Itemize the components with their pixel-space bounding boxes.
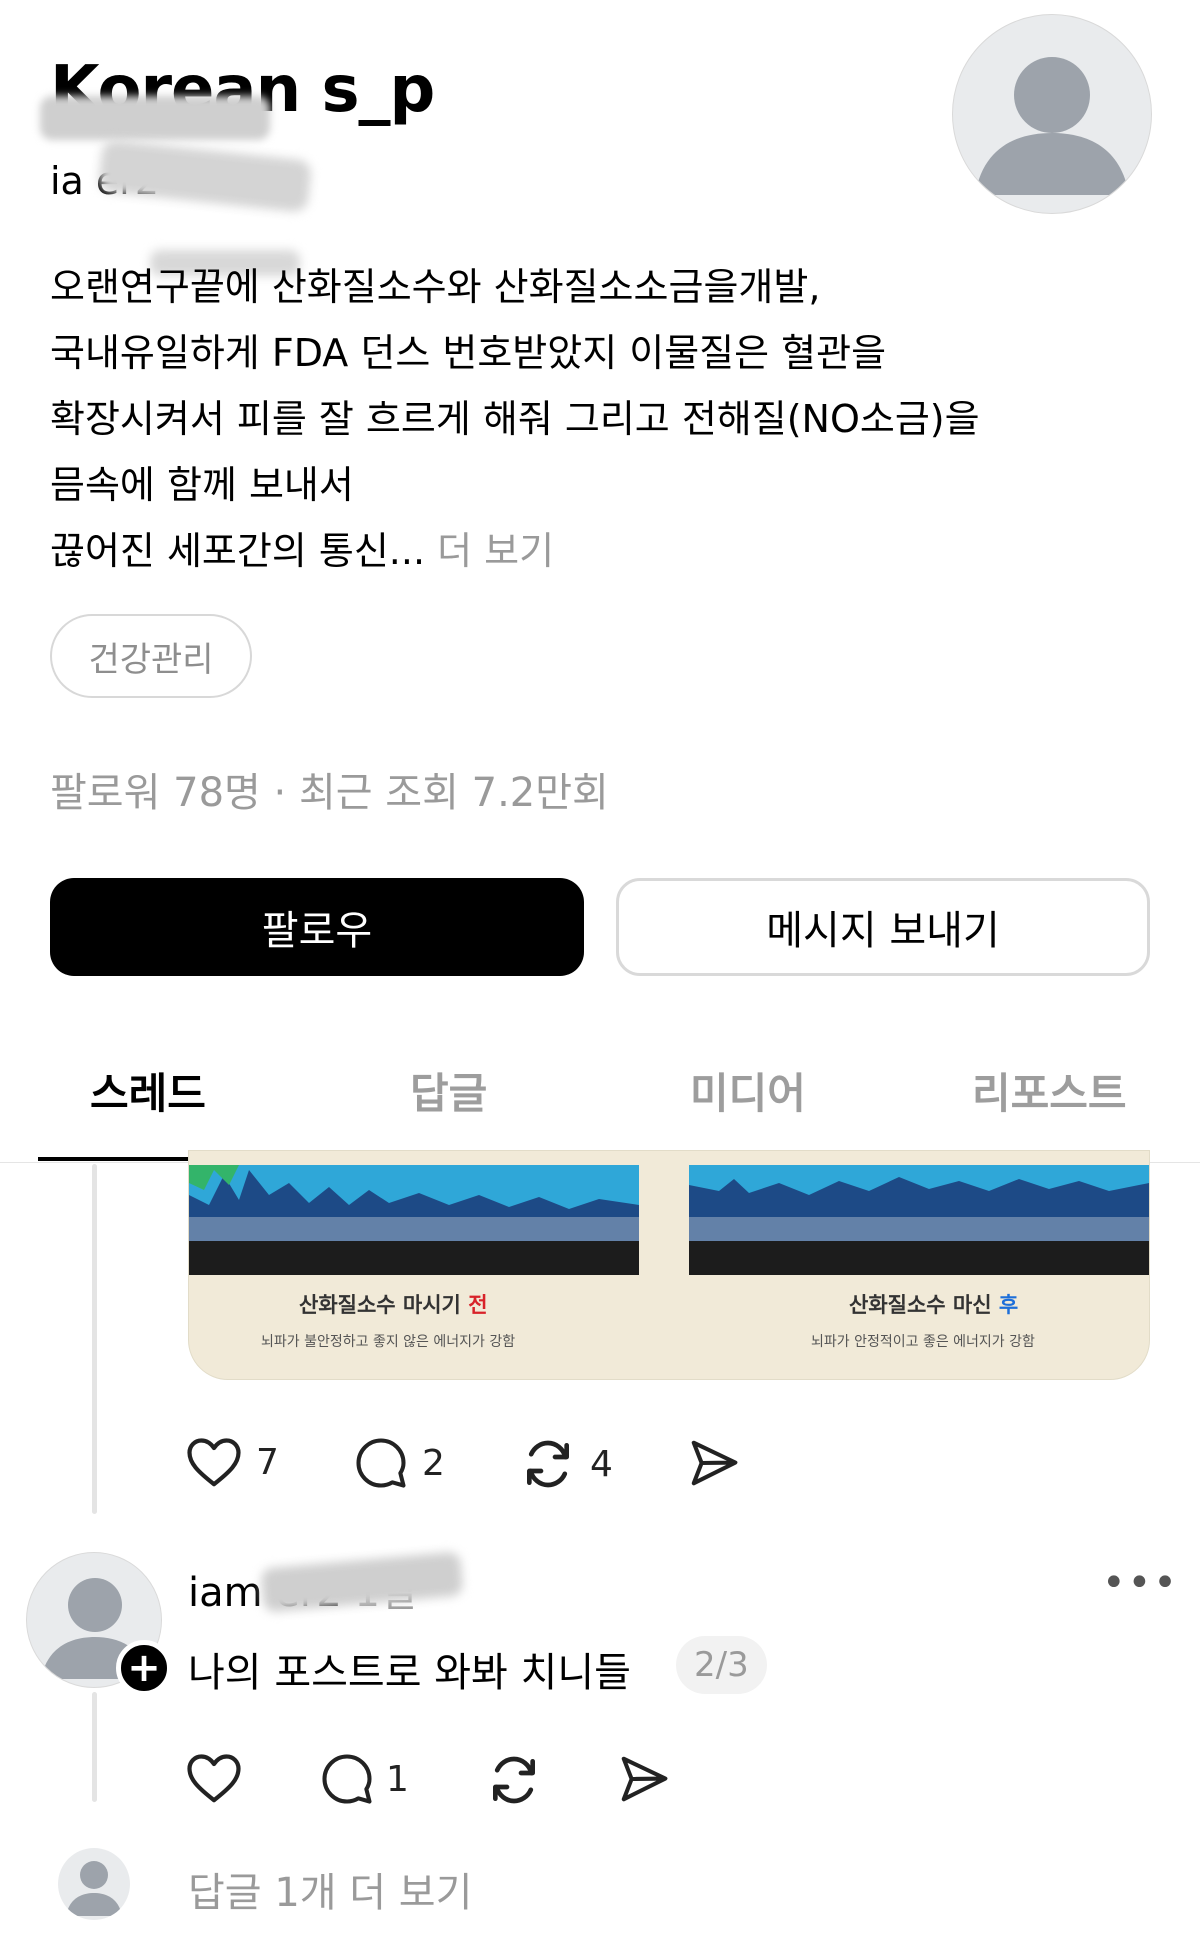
view-more-replies-link[interactable]: 답글 1개 더 보기 xyxy=(188,1860,472,1918)
bio-line: 끊어진 세포간의 통신... 더 보기 xyxy=(50,518,1130,584)
image-caption-before: 산화질소수 마시기 전 xyxy=(299,1293,488,1317)
send-message-button[interactable]: 메시지 보내기 xyxy=(616,878,1150,976)
share-button[interactable] xyxy=(616,1752,672,1806)
comment-icon xyxy=(322,1754,372,1804)
bio-line: 국내유일하게 FDA 던스 번호받았지 이물질은 혈관을 xyxy=(50,331,887,375)
stats-separator: · xyxy=(273,770,287,816)
more-icon[interactable]: ••• xyxy=(1102,1560,1179,1606)
post-image[interactable]: 산화질소수 마시기 전 산화질소수 마신 후 뇌파가 불안정하고 좋지 않은 에… xyxy=(188,1150,1150,1380)
comment-count: 2 xyxy=(422,1442,445,1484)
like-button[interactable] xyxy=(186,1752,242,1804)
comment-count: 1 xyxy=(386,1758,409,1800)
follow-button[interactable]: 팔로우 xyxy=(50,878,584,976)
repost-icon xyxy=(493,1756,535,1804)
comment-button[interactable]: 2 xyxy=(354,1436,445,1490)
taskbar xyxy=(689,1241,1149,1275)
image-subcaption-after: 뇌파가 안정적이고 좋은 에너지가 강함 xyxy=(811,1334,1035,1350)
bio-line: 믐속에 함께 보내서 xyxy=(50,463,354,507)
avatar-placeholder-icon xyxy=(66,1861,122,1916)
image-caption-after: 산화질소수 마신 후 xyxy=(849,1293,1019,1317)
reply-text: 나의 포스트로 와봐 치니들 xyxy=(188,1650,631,1696)
topic-tag-chip[interactable]: 건강관리 xyxy=(50,614,252,698)
repost-button[interactable] xyxy=(486,1752,542,1808)
followers-count[interactable]: 팔로워 78명 xyxy=(50,770,261,816)
share-icon xyxy=(691,1440,738,1486)
like-count: 7 xyxy=(256,1441,279,1483)
tab-replies[interactable]: 답글 xyxy=(410,1060,487,1121)
redaction-blur xyxy=(40,96,270,140)
recent-views: 최근 조회 7.2만회 xyxy=(298,770,609,816)
tab-threads[interactable]: 스레드 xyxy=(90,1060,206,1121)
heart-icon xyxy=(187,1438,241,1487)
reply-avatar-small xyxy=(58,1848,130,1920)
bio-more-link[interactable]: 더 보기 xyxy=(437,529,554,573)
taskbar xyxy=(189,1241,639,1275)
share-icon xyxy=(621,1756,668,1802)
bio-line: 오랜연구끝에 산화질소수와 산화질소소금을개발, xyxy=(50,265,821,309)
comment-button[interactable]: 1 xyxy=(320,1752,409,1806)
heart-icon xyxy=(187,1754,241,1803)
eeg-screen-after xyxy=(689,1165,1149,1275)
profile-avatar[interactable] xyxy=(952,14,1152,214)
profile-stats: 팔로워 78명 · 최근 조회 7.2만회 xyxy=(50,760,609,818)
comment-icon xyxy=(356,1438,406,1488)
plus-icon: + xyxy=(127,1645,161,1691)
bio-line-text: 끊어진 세포간의 통신... xyxy=(50,529,426,573)
like-button[interactable]: 7 xyxy=(186,1436,279,1488)
avatar-placeholder-icon xyxy=(975,57,1129,195)
share-button[interactable] xyxy=(686,1436,742,1490)
tab-reposts[interactable]: 리포스트 xyxy=(972,1060,1127,1121)
tab-media[interactable]: 미디어 xyxy=(690,1060,806,1121)
thread-pager-badge: 2/3 xyxy=(676,1636,767,1694)
follow-plus-button[interactable]: + xyxy=(116,1640,172,1696)
thread-connector-line xyxy=(92,1164,97,1514)
repost-button[interactable]: 4 xyxy=(520,1436,613,1492)
thread-connector-line xyxy=(92,1692,97,1802)
image-subcaption-before: 뇌파가 불안정하고 좋지 않은 에너지가 강함 xyxy=(261,1334,516,1350)
repost-count: 4 xyxy=(590,1443,613,1485)
repost-icon xyxy=(527,1440,569,1488)
profile-bio: 오랜연구끝에 산화질소수와 산화질소소금을개발, 국내유일하게 FDA 던스 번… xyxy=(50,254,1130,584)
eeg-screen-before xyxy=(189,1165,639,1275)
bio-line: 확장시켜서 피를 잘 흐르게 해줘 그리고 전해질(NO소금)을 xyxy=(50,397,980,441)
